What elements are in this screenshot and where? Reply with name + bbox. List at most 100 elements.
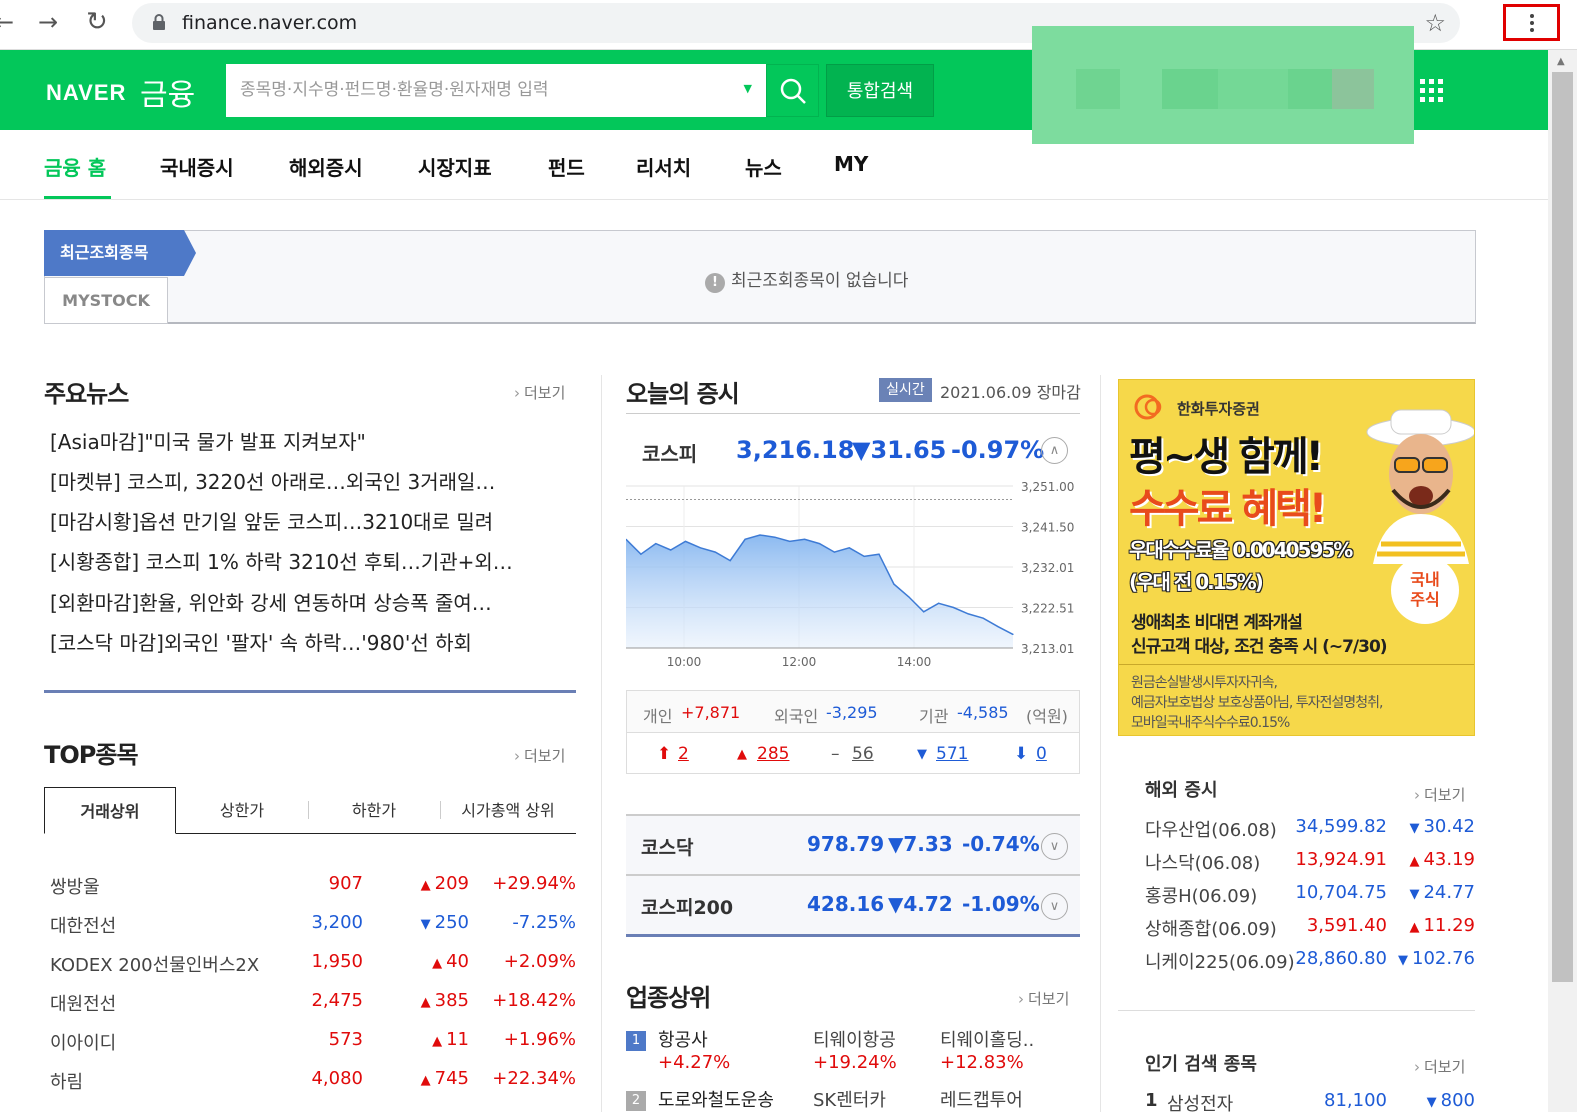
down-count[interactable]: 571 <box>936 744 968 764</box>
world-index-row[interactable]: 상해종합(06.09) 3,591.40 ▲ 11.29 <box>1145 915 1475 945</box>
world-index-row[interactable]: 나스닥(06.08) 13,924.91 ▲ 43.19 <box>1145 849 1475 879</box>
advertisement-banner[interactable]: 한화투자증권 평~생 함께! 수수료 혜택! 우대수수료율 0.0040595%… <box>1118 379 1475 736</box>
world-index-name[interactable]: 나스닥(06.08) <box>1145 849 1260 875</box>
news-item[interactable]: [시황종합] 코스피 1% 하락 3210선 후퇴…기관+외… <box>50 546 570 575</box>
total-search-button[interactable]: 통합검색 <box>826 64 934 117</box>
flat-count[interactable]: 56 <box>852 744 874 764</box>
stock-name[interactable]: 대한전선 <box>50 912 116 938</box>
kospi200-row[interactable]: 코스피200 428.16 ▼4.72 -1.09% ∨ <box>626 874 1080 934</box>
sectors-more-link[interactable]: 더보기 <box>1018 988 1069 1009</box>
popular-name[interactable]: 삼성전자 <box>1167 1090 1233 1116</box>
news-title: 주요뉴스 <box>44 380 129 408</box>
sector-stock[interactable]: 티웨이항공 <box>813 1026 896 1052</box>
flat-icon: – <box>831 744 840 764</box>
sector-stock[interactable]: 티웨이홀딩.. <box>940 1026 1034 1052</box>
top-stocks-more-link[interactable]: 더보기 <box>514 745 565 766</box>
finance-logo[interactable]: 금융 <box>140 70 195 114</box>
sector-item[interactable]: 1 항공사 <box>626 1026 708 1052</box>
url-text[interactable]: finance.naver.com <box>182 12 357 34</box>
lower-limit-count[interactable]: 0 <box>1036 744 1047 764</box>
stock-name[interactable]: KODEX 200선물인버스2X <box>50 951 259 977</box>
search-button[interactable] <box>766 64 819 117</box>
main-tabs: 금융 홈 국내증시 해외증시 시장지표 펀드 리서치 뉴스 MY <box>0 130 1548 200</box>
tab-upper-limit[interactable]: 상한가 <box>176 787 308 834</box>
tab-market-cap[interactable]: 시가총액 상위 <box>440 787 576 834</box>
table-row[interactable]: KODEX 200선물인버스2X 1,950 ▲ 40 +2.09% <box>50 951 576 981</box>
world-index-change: ▼ 102.76 <box>1398 948 1475 969</box>
sector-stock[interactable]: SK렌터카 <box>813 1086 886 1112</box>
stock-name[interactable]: 대원전선 <box>50 990 116 1016</box>
stock-name[interactable]: 이아이디 <box>50 1029 116 1055</box>
browser-menu-button[interactable] <box>1503 4 1560 41</box>
tab-indicators[interactable]: 시장지표 <box>418 152 492 181</box>
kosdaq-row[interactable]: 코스닥 978.79 ▼7.33 -0.74% ∨ <box>626 814 1080 874</box>
world-index-name[interactable]: 홍콩H(06.09) <box>1145 882 1257 908</box>
sectors-title: 업종상위 <box>626 984 711 1012</box>
back-icon[interactable]: ← <box>0 8 14 36</box>
bookmark-star-icon[interactable]: ☆ <box>1424 9 1446 37</box>
sector-item[interactable]: 2 도로와철도운송 <box>626 1086 774 1112</box>
world-index-row[interactable]: 니케이225(06.09) 28,860.80 ▼ 102.76 <box>1145 948 1475 978</box>
tab-research[interactable]: 리서치 <box>636 152 691 181</box>
tab-domestic[interactable]: 국내증시 <box>160 152 234 181</box>
sector-stock[interactable]: 레드캡투어 <box>940 1086 1023 1112</box>
world-index-row[interactable]: 다우산업(06.08) 34,599.82 ▼ 30.42 <box>1145 816 1475 846</box>
search-dropdown-icon[interactable]: ▼ <box>744 82 752 95</box>
news-item[interactable]: [외환마감]환율, 위안화 강세 연동하며 상승폭 줄여… <box>50 587 570 616</box>
sector-name[interactable]: 도로와철도운송 <box>658 1090 774 1111</box>
stock-name[interactable]: 하림 <box>50 1068 83 1094</box>
world-index-row[interactable]: 홍콩H(06.09) 10,704.75 ▼ 24.77 <box>1145 882 1475 912</box>
mystock-tab[interactable]: MYSTOCK <box>44 277 168 324</box>
apps-grid-icon[interactable] <box>1420 79 1446 105</box>
top-stocks-title: TOP종목 <box>44 741 139 769</box>
stock-price: 907 <box>328 873 363 894</box>
table-row[interactable]: 대한전선 3,200 ▼ 250 -7.25% <box>50 912 576 942</box>
tab-volume-top[interactable]: 거래상위 <box>44 787 176 834</box>
news-more-link[interactable]: 더보기 <box>514 382 565 403</box>
world-index-name[interactable]: 상해종합(06.09) <box>1145 915 1277 941</box>
kosdaq-change: ▼7.33 <box>888 832 953 856</box>
tab-fund[interactable]: 펀드 <box>548 152 585 181</box>
world-index-value: 28,860.80 <box>1295 948 1387 969</box>
naver-logo[interactable]: NAVER <box>46 80 126 106</box>
stock-name[interactable]: 쌍방울 <box>50 873 100 899</box>
vertical-scrollbar[interactable]: ▲ <box>1548 50 1577 1112</box>
collapse-up-icon[interactable]: ∧ <box>1041 437 1068 464</box>
world-more-link[interactable]: 더보기 <box>1414 784 1465 805</box>
tab-lower-limit[interactable]: 하한가 <box>308 787 440 834</box>
news-item[interactable]: [코스닥 마감]외국인 '팔자' 속 하락…'980'선 하회 <box>50 627 570 656</box>
table-row[interactable]: 대원전선 2,475 ▲ 385 +18.42% <box>50 990 576 1020</box>
expand-down-icon[interactable]: ∨ <box>1041 893 1068 920</box>
scroll-thumb[interactable] <box>1552 72 1573 982</box>
expand-down-icon[interactable]: ∨ <box>1041 833 1068 860</box>
upper-limit-count[interactable]: 2 <box>678 744 689 764</box>
news-item[interactable]: [마켓뷰] 코스피, 3220선 아래로…외국인 3거래일… <box>50 466 570 495</box>
sector-name[interactable]: 항공사 <box>658 1030 708 1051</box>
tab-finance-home[interactable]: 금융 홈 <box>44 152 106 181</box>
tab-my[interactable]: MY <box>834 152 868 176</box>
tab-news[interactable]: 뉴스 <box>745 152 782 181</box>
popular-row[interactable]: 1 삼성전자 81,100 ▼ 800 <box>1145 1090 1475 1120</box>
table-row[interactable]: 하림 4,080 ▲ 745 +22.34% <box>50 1068 576 1098</box>
unit-label: (억원) <box>1026 707 1068 726</box>
table-row[interactable]: 이아이디 573 ▲ 11 +1.96% <box>50 1029 576 1059</box>
forward-icon[interactable]: → <box>38 8 58 36</box>
recent-stocks-tab[interactable]: 최근조회종목 <box>44 230 184 276</box>
up-count[interactable]: 285 <box>757 744 789 764</box>
kospi-label[interactable]: 코스피 <box>642 438 697 467</box>
scroll-up-icon[interactable]: ▲ <box>1557 56 1565 67</box>
search-input[interactable] <box>240 76 730 104</box>
tab-overseas[interactable]: 해외증시 <box>289 152 363 181</box>
popular-more-link[interactable]: 더보기 <box>1414 1056 1465 1077</box>
kosdaq-label: 코스닥 <box>641 837 694 859</box>
table-row[interactable]: 쌍방울 907 ▲ 209 +29.94% <box>50 873 576 903</box>
news-item[interactable]: [마감시황]옵션 만기일 앞둔 코스피…3210대로 밀려 <box>50 506 570 535</box>
column-divider <box>1100 375 1101 1112</box>
news-item[interactable]: [Asia마감]"미국 물가 발표 지켜보자" <box>50 426 570 455</box>
reload-icon[interactable]: ↻ <box>86 8 108 36</box>
world-index-name[interactable]: 다우산업(06.08) <box>1145 816 1277 842</box>
world-index-name[interactable]: 니케이225(06.09) <box>1145 948 1295 974</box>
world-index-change: ▲ 11.29 <box>1409 915 1475 936</box>
data-point <box>878 553 880 555</box>
data-point <box>744 538 746 540</box>
